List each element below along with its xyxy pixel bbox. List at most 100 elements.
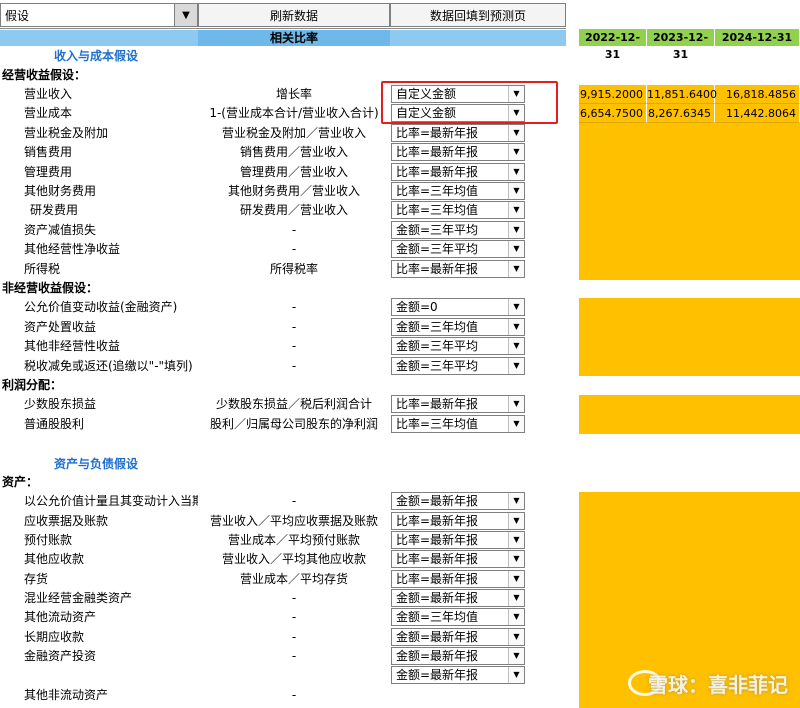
row-label: 普通股股利	[24, 417, 85, 431]
row-label: 少数股东损益	[24, 397, 97, 411]
highlight-box	[381, 81, 558, 124]
row-formula: -	[291, 320, 297, 334]
chevron-down-icon[interactable]: ▼	[508, 571, 524, 587]
cell-r1-2024[interactable]: 16,818.4856	[715, 85, 800, 104]
chevron-down-icon[interactable]: ▼	[508, 241, 524, 257]
row-label: 营业收入	[24, 87, 73, 101]
row-formula: -	[291, 300, 297, 314]
row-label: 营业成本	[24, 106, 73, 120]
chevron-down-icon[interactable]: ▼	[508, 551, 524, 567]
method-dropdown[interactable]: 金额=最新年报 ▼	[391, 666, 525, 684]
dropdown-value: 金额=三年均值	[396, 610, 479, 624]
dropdown-value: 金额=最新年报	[396, 668, 479, 682]
row-label: 公允价值变动收益(金融资产)	[24, 300, 178, 314]
row-formula: 所得税率	[269, 262, 318, 276]
row-label: 混业经营金融类资产	[24, 591, 133, 605]
chevron-down-icon[interactable]: ▼	[508, 338, 524, 354]
chevron-down-icon[interactable]: ▼	[508, 648, 524, 664]
chevron-down-icon[interactable]: ▼	[508, 222, 524, 238]
method-dropdown[interactable]: 金额=最新年报 ▼	[391, 647, 525, 665]
row-label: 其他非经营性收益	[24, 339, 121, 353]
method-dropdown[interactable]: 金额=三年平均 ▼	[391, 357, 525, 375]
dropdown-value: 比率=最新年报	[396, 262, 479, 276]
forecast-block-non-operating	[579, 298, 800, 376]
method-dropdown[interactable]: 比率=最新年报 ▼	[391, 260, 525, 278]
fill-back-button[interactable]: 数据回填到预测页	[390, 3, 566, 27]
chevron-down-icon[interactable]: ▼	[508, 396, 524, 412]
row-formula: -	[291, 610, 297, 624]
method-dropdown[interactable]: 比率=最新年报 ▼	[391, 124, 525, 142]
row-formula: 股利／归属母公司股东的净利润	[209, 417, 378, 431]
method-dropdown[interactable]: 比率=最新年报 ▼	[391, 143, 525, 161]
row-formula: 营业成本／平均存货	[239, 572, 348, 586]
method-dropdown[interactable]: 金额=0 ▼	[391, 298, 525, 316]
chevron-down-icon[interactable]: ▼	[508, 261, 524, 277]
date-header-3: 2024-12-31	[715, 29, 800, 46]
row-label: 所得税	[24, 262, 61, 276]
cell-r2-2024[interactable]: 11,442.8064	[715, 104, 800, 123]
method-dropdown[interactable]: 金额=最新年报 ▼	[391, 589, 525, 607]
chevron-down-icon[interactable]: ▼	[508, 358, 524, 374]
forecast-block-profit	[579, 395, 800, 434]
watermark-text: 雪球：喜非菲记	[648, 673, 788, 697]
method-dropdown[interactable]: 金额=三年平均 ▼	[391, 221, 525, 239]
chevron-down-icon[interactable]: ▼	[508, 590, 524, 606]
chevron-down-icon[interactable]: ▼	[508, 416, 524, 432]
row-label: 存货	[24, 572, 49, 586]
row-formula: -	[291, 630, 297, 644]
dropdown-value: 金额=三年平均	[396, 242, 479, 256]
method-dropdown[interactable]: 比率=三年均值 ▼	[391, 415, 525, 433]
chevron-down-icon[interactable]: ▼	[508, 125, 524, 141]
chevron-down-icon[interactable]: ▼	[508, 319, 524, 335]
dropdown-value: 金额=最新年报	[396, 591, 479, 605]
row-label: 研发费用	[30, 203, 79, 217]
dropdown-value: 金额=0	[396, 300, 438, 314]
chevron-down-icon[interactable]: ▼	[508, 532, 524, 548]
row-formula: -	[291, 339, 297, 353]
cell-r2-2023[interactable]: 8,267.6345	[647, 104, 715, 123]
row-formula: 销售费用／营业收入	[239, 145, 348, 159]
chevron-down-icon[interactable]: ▼	[508, 202, 524, 218]
chevron-down-icon[interactable]: ▼	[508, 493, 524, 509]
method-dropdown[interactable]: 金额=最新年报 ▼	[391, 628, 525, 646]
assumption-select[interactable]: 假设 ▼	[0, 3, 198, 27]
dropdown-value: 金额=三年平均	[396, 339, 479, 353]
section-operating: 经营收益假设：	[2, 68, 87, 82]
method-dropdown[interactable]: 比率=最新年报 ▼	[391, 512, 525, 530]
chevron-down-icon[interactable]: ▼	[508, 629, 524, 645]
method-dropdown[interactable]: 金额=最新年报 ▼	[391, 492, 525, 510]
chevron-down-icon[interactable]: ▼	[508, 609, 524, 625]
method-dropdown[interactable]: 金额=三年均值 ▼	[391, 608, 525, 626]
method-dropdown[interactable]: 金额=三年平均 ▼	[391, 240, 525, 258]
method-dropdown[interactable]: 比率=三年均值 ▼	[391, 201, 525, 219]
method-dropdown[interactable]: 比率=最新年报 ▼	[391, 395, 525, 413]
method-dropdown[interactable]: 金额=三年平均 ▼	[391, 337, 525, 355]
cell-r1-2023[interactable]: 11,851.6400	[647, 85, 717, 104]
dropdown-value: 比率=最新年报	[396, 397, 479, 411]
row-label: 资产处置收益	[24, 320, 97, 334]
method-dropdown[interactable]: 比率=最新年报 ▼	[391, 531, 525, 549]
chevron-down-icon[interactable]: ▼	[508, 183, 524, 199]
dropdown-value: 比率=最新年报	[396, 165, 479, 179]
dropdown-value: 比率=最新年报	[396, 533, 479, 547]
ratio-header: 相关比率	[198, 30, 390, 46]
method-dropdown[interactable]: 比率=最新年报 ▼	[391, 550, 525, 568]
row-formula: -	[291, 359, 297, 373]
cell-r2-2022[interactable]: 6,654.7500	[579, 104, 647, 123]
chevron-down-icon[interactable]: ▼	[508, 299, 524, 315]
chevron-down-icon[interactable]: ▼	[508, 164, 524, 180]
method-dropdown[interactable]: 金额=三年均值 ▼	[391, 318, 525, 336]
method-dropdown[interactable]: 比率=最新年报 ▼	[391, 163, 525, 181]
row-formula: -	[291, 242, 297, 256]
chevron-down-icon[interactable]: ▼	[508, 667, 524, 683]
row-label: 管理费用	[24, 165, 73, 179]
refresh-data-button[interactable]: 刷新数据	[198, 3, 390, 27]
row-label: 资产减值损失	[24, 223, 97, 237]
method-dropdown[interactable]: 比率=最新年报 ▼	[391, 570, 525, 588]
chevron-down-icon[interactable]: ▼	[174, 4, 197, 26]
cell-r1-2022[interactable]: 9,915.2000	[579, 85, 647, 104]
chevron-down-icon[interactable]: ▼	[508, 144, 524, 160]
section-income-cost: 收入与成本假设	[54, 49, 139, 63]
chevron-down-icon[interactable]: ▼	[508, 513, 524, 529]
method-dropdown[interactable]: 比率=三年均值 ▼	[391, 182, 525, 200]
